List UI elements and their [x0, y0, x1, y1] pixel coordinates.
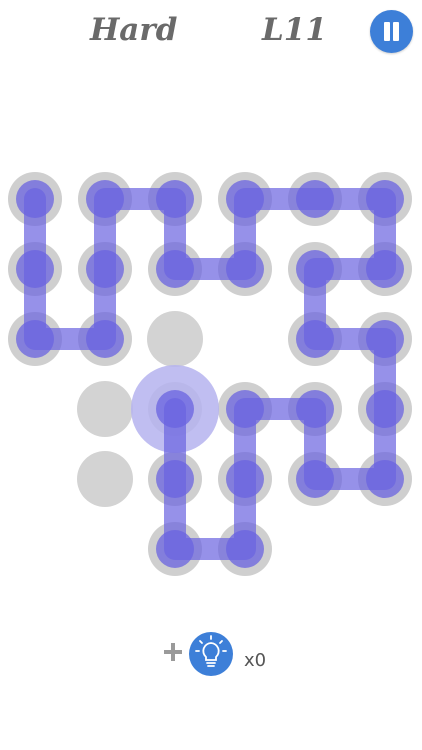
puzzle-board[interactable] [0, 0, 422, 620]
hint-button[interactable] [189, 632, 233, 676]
path-dot[interactable] [156, 390, 194, 428]
path-dot[interactable] [156, 250, 194, 288]
path-dot[interactable] [296, 390, 334, 428]
path-dot[interactable] [366, 320, 404, 358]
path-dot[interactable] [156, 460, 194, 498]
path-dot[interactable] [86, 180, 124, 218]
path-dot[interactable] [296, 460, 334, 498]
empty-dot[interactable] [77, 451, 133, 507]
path-dot[interactable] [366, 390, 404, 428]
path-dot[interactable] [156, 180, 194, 218]
plus-icon[interactable] [164, 641, 182, 663]
path-dot[interactable] [226, 530, 264, 568]
lightbulb-icon [195, 635, 227, 667]
path-dot[interactable] [366, 460, 404, 498]
empty-dot[interactable] [77, 381, 133, 437]
path-dot[interactable] [86, 320, 124, 358]
path-dot[interactable] [366, 250, 404, 288]
path-dot[interactable] [296, 320, 334, 358]
path-dot[interactable] [226, 390, 264, 428]
hint-count: x0 [244, 650, 267, 671]
path-dot[interactable] [156, 530, 194, 568]
path-dot[interactable] [226, 460, 264, 498]
empty-dot[interactable] [147, 311, 203, 367]
path-dot[interactable] [366, 180, 404, 218]
path-dot[interactable] [16, 320, 54, 358]
path-dot[interactable] [226, 250, 264, 288]
path-dot[interactable] [16, 250, 54, 288]
path-dot[interactable] [16, 180, 54, 218]
path-dot[interactable] [296, 250, 334, 288]
path-dot[interactable] [226, 180, 264, 218]
path-dot[interactable] [296, 180, 334, 218]
path-dot[interactable] [86, 250, 124, 288]
